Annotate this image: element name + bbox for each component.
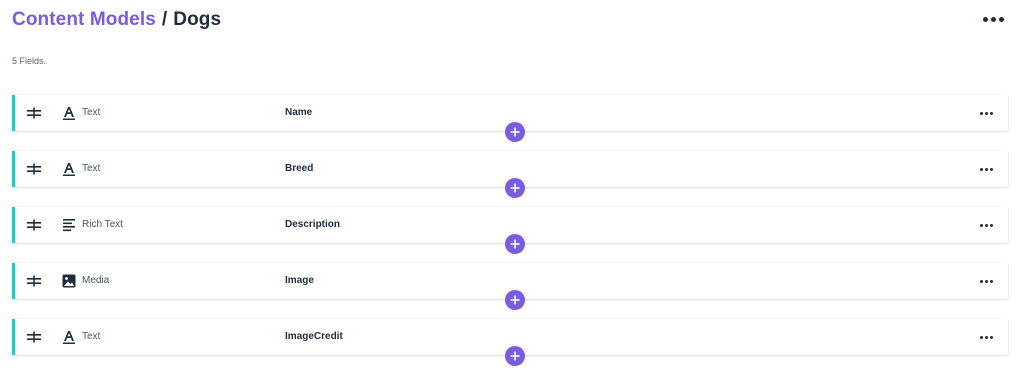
field-more-options-icon[interactable] [978, 274, 994, 288]
field-more-options-icon[interactable] [978, 106, 994, 120]
breadcrumb: Content Models / Dogs [12, 6, 221, 34]
field-more-options-icon[interactable] [978, 330, 994, 344]
text-format-icon [61, 105, 77, 121]
field-type-label: Text [82, 107, 101, 118]
field-row[interactable]: Text ImageCredit [12, 319, 1008, 366]
breadcrumb-content-models-link[interactable]: Content Models [12, 9, 156, 31]
field-name: Name [285, 107, 313, 118]
field-name: ImageCredit [285, 331, 343, 342]
plus-icon [510, 351, 520, 361]
field-type-label: Media [82, 275, 110, 286]
breadcrumb-separator: / [161, 9, 168, 30]
rich-text-icon [61, 217, 77, 233]
plus-icon [510, 183, 520, 193]
text-format-icon [61, 161, 77, 177]
plus-icon [510, 239, 520, 249]
field-count: 5 Fields. [12, 56, 47, 66]
add-field-button[interactable] [505, 234, 525, 254]
add-field-button[interactable] [505, 122, 525, 142]
field-name: Breed [285, 163, 314, 174]
plus-icon [510, 295, 520, 305]
field-row[interactable]: Text Breed [12, 151, 1008, 198]
add-field-button[interactable] [505, 346, 525, 366]
field-type-label: Text [82, 163, 101, 174]
field-name: Description [285, 219, 341, 230]
drag-handle-icon[interactable] [26, 162, 42, 176]
page-title: Dogs [173, 9, 222, 30]
add-field-button[interactable] [505, 290, 525, 310]
drag-handle-icon[interactable] [26, 106, 42, 120]
more-options-icon[interactable] [978, 8, 1008, 30]
content-model-page: Content Models / Dogs 5 Fields. Text Name… [0, 0, 1024, 378]
drag-handle-icon[interactable] [26, 330, 42, 344]
field-row[interactable]: Media Image [12, 263, 1008, 310]
field-name: Image [285, 275, 314, 286]
field-row[interactable]: Rich Text Description [12, 207, 1008, 254]
drag-handle-icon[interactable] [26, 218, 42, 232]
text-format-icon [61, 329, 77, 345]
field-type-label: Rich Text [82, 219, 123, 230]
add-field-button[interactable] [505, 178, 525, 198]
plus-icon [510, 127, 520, 137]
field-more-options-icon[interactable] [978, 162, 994, 176]
field-more-options-icon[interactable] [978, 218, 994, 232]
field-row[interactable]: Text Name [12, 95, 1008, 142]
field-type-label: Text [82, 331, 101, 342]
drag-handle-icon[interactable] [26, 274, 42, 288]
field-list: Text Name Text Breed Rich Text Description Med… [12, 95, 1008, 375]
image-icon [61, 273, 77, 289]
